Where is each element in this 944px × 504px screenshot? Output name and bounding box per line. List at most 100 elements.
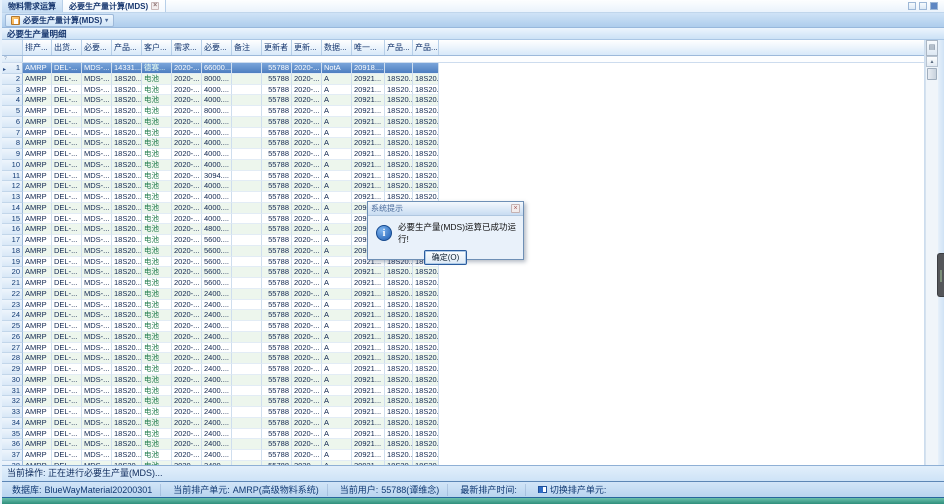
grid-cell[interactable]: 5600.... xyxy=(202,257,232,268)
grid-cell[interactable]: 18S20... xyxy=(413,149,439,160)
grid-cell[interactable]: 55788 xyxy=(262,310,292,321)
grid-cell[interactable]: AMRP xyxy=(23,450,52,461)
grid-cell[interactable]: 电池 xyxy=(142,278,172,289)
grid-cell[interactable]: 2020-... xyxy=(292,149,322,160)
table-row[interactable]: 32AMRPDEL-...MDS-...18S20...电池2020-...24… xyxy=(2,396,924,407)
grid-cell[interactable]: 2020-... xyxy=(292,310,322,321)
grid-cell[interactable]: 20921... xyxy=(352,386,385,397)
grid-cell[interactable]: 2020-... xyxy=(292,74,322,85)
grid-cell[interactable]: 55788 xyxy=(262,63,292,74)
grid-cell[interactable]: 20921... xyxy=(352,128,385,139)
grid-cell[interactable]: 2020-... xyxy=(292,85,322,96)
grid-cell[interactable]: 18S20... xyxy=(413,278,439,289)
table-row[interactable]: 22AMRPDEL-...MDS-...18S20...电池2020-...24… xyxy=(2,289,924,300)
grid-cell[interactable]: 2400.... xyxy=(202,396,232,407)
grid-cell[interactable]: 20921... xyxy=(352,450,385,461)
grid-cell[interactable]: DEL-... xyxy=(52,203,82,214)
grid-cell[interactable]: 18S20... xyxy=(413,289,439,300)
grid-cell[interactable]: 18S20... xyxy=(112,429,142,440)
grid-cell[interactable]: 4000.... xyxy=(202,138,232,149)
table-row[interactable]: 8AMRPDEL-...MDS-...18S20...电池2020-...400… xyxy=(2,138,924,149)
grid-cell[interactable]: 55788 xyxy=(262,289,292,300)
grid-cell[interactable]: 55788 xyxy=(262,278,292,289)
grid-cell[interactable]: 电池 xyxy=(142,214,172,225)
grid-cell[interactable]: A xyxy=(322,343,352,354)
table-row[interactable]: 10AMRPDEL-...MDS-...18S20...电池2020-...40… xyxy=(2,160,924,171)
grid-cell[interactable]: 电池 xyxy=(142,192,172,203)
grid-cell[interactable]: 20921... xyxy=(352,149,385,160)
column-header[interactable]: 必要... xyxy=(202,40,232,55)
grid-cell[interactable]: 2020-... xyxy=(292,278,322,289)
grid-cell[interactable]: A xyxy=(322,192,352,203)
table-row[interactable]: 5AMRPDEL-...MDS-...18S20...电池2020-...800… xyxy=(2,106,924,117)
grid-cell[interactable]: 20921... xyxy=(352,375,385,386)
grid-cell[interactable]: AMRP xyxy=(23,439,52,450)
table-row[interactable]: 33AMRPDEL-...MDS-...18S20...电池2020-...24… xyxy=(2,407,924,418)
column-header[interactable]: 客户... xyxy=(142,40,172,55)
grid-cell[interactable]: DEL-... xyxy=(52,224,82,235)
grid-cell[interactable]: 2020-... xyxy=(172,203,202,214)
grid-cell[interactable]: 18S20... xyxy=(385,439,413,450)
grid-cell[interactable]: 2020-... xyxy=(292,396,322,407)
grid-cell[interactable]: DEL-... xyxy=(52,95,82,106)
grid-cell[interactable]: 20921... xyxy=(352,418,385,429)
grid-cell[interactable]: A xyxy=(322,321,352,332)
grid-cell[interactable]: 电池 xyxy=(142,450,172,461)
grid-cell[interactable]: 2400.... xyxy=(202,375,232,386)
grid-cell[interactable]: DEL-... xyxy=(52,353,82,364)
grid-cell[interactable]: MDS-... xyxy=(82,74,112,85)
grid-cell[interactable]: A xyxy=(322,257,352,268)
grid-cell[interactable]: 18S20... xyxy=(385,149,413,160)
row-indicator[interactable]: 37 xyxy=(2,450,23,461)
grid-cell[interactable]: 18S20... xyxy=(385,138,413,149)
column-header[interactable]: 产品... xyxy=(385,40,413,55)
grid-cell[interactable]: DEL-... xyxy=(52,181,82,192)
grid-cell[interactable]: A xyxy=(322,300,352,311)
grid-cell[interactable]: 18S20... xyxy=(112,181,142,192)
grid-cell[interactable]: DEL-... xyxy=(52,74,82,85)
grid-cell[interactable]: A xyxy=(322,203,352,214)
grid-cell[interactable]: A xyxy=(322,386,352,397)
row-indicator[interactable]: 8 xyxy=(2,138,23,149)
grid-cell[interactable]: 20921... xyxy=(352,160,385,171)
grid-cell[interactable]: 55788 xyxy=(262,203,292,214)
table-row[interactable]: 34AMRPDEL-...MDS-...18S20...电池2020-...24… xyxy=(2,418,924,429)
grid-cell[interactable]: 18S20... xyxy=(413,267,439,278)
grid-cell[interactable]: 4000.... xyxy=(202,128,232,139)
row-indicator[interactable]: 17 xyxy=(2,235,23,246)
grid-filter-row[interactable]: ? xyxy=(2,56,924,63)
scrollbar-thumb[interactable] xyxy=(927,68,937,80)
table-row[interactable]: 6AMRPDEL-...MDS-...18S20...电池2020-...400… xyxy=(2,117,924,128)
grid-cell[interactable] xyxy=(232,343,262,354)
grid-cell[interactable]: AMRP xyxy=(23,235,52,246)
grid-cell[interactable]: 18S20... xyxy=(413,85,439,96)
grid-cell[interactable]: 55788 xyxy=(262,418,292,429)
grid-cell[interactable] xyxy=(385,63,413,74)
grid-cell[interactable]: 18S20... xyxy=(385,321,413,332)
grid-cell[interactable]: MDS-... xyxy=(82,257,112,268)
grid-cell[interactable]: 18S20... xyxy=(112,418,142,429)
grid-cell[interactable]: 18S20... xyxy=(413,321,439,332)
grid-cell[interactable]: MDS-... xyxy=(82,450,112,461)
column-header[interactable]: 唯一... xyxy=(352,40,385,55)
table-row[interactable]: 24AMRPDEL-...MDS-...18S20...电池2020-...24… xyxy=(2,310,924,321)
grid-cell[interactable]: 18S20... xyxy=(385,429,413,440)
grid-cell[interactable]: MDS-... xyxy=(82,63,112,74)
switch-production-unit[interactable]: 切换排产单元: xyxy=(530,484,615,496)
grid-cell[interactable]: AMRP xyxy=(23,214,52,225)
grid-cell[interactable]: 20921... xyxy=(352,85,385,96)
grid-cell[interactable]: A xyxy=(322,353,352,364)
grid-cell[interactable]: DEL-... xyxy=(52,439,82,450)
grid-cell[interactable]: 55788 xyxy=(262,181,292,192)
grid-cell[interactable]: A xyxy=(322,224,352,235)
grid-cell[interactable]: MDS-... xyxy=(82,310,112,321)
grid-cell[interactable]: 55788 xyxy=(262,267,292,278)
grid-cell[interactable]: 4000.... xyxy=(202,214,232,225)
grid-cell[interactable]: 2020-... xyxy=(172,310,202,321)
table-row[interactable]: 28AMRPDEL-...MDS-...18S20...电池2020-...24… xyxy=(2,353,924,364)
row-indicator[interactable]: 3 xyxy=(2,85,23,96)
grid-cell[interactable]: AMRP xyxy=(23,171,52,182)
grid-cell[interactable]: 18S20... xyxy=(413,450,439,461)
grid-cell[interactable]: MDS-... xyxy=(82,396,112,407)
grid-cell[interactable] xyxy=(232,192,262,203)
